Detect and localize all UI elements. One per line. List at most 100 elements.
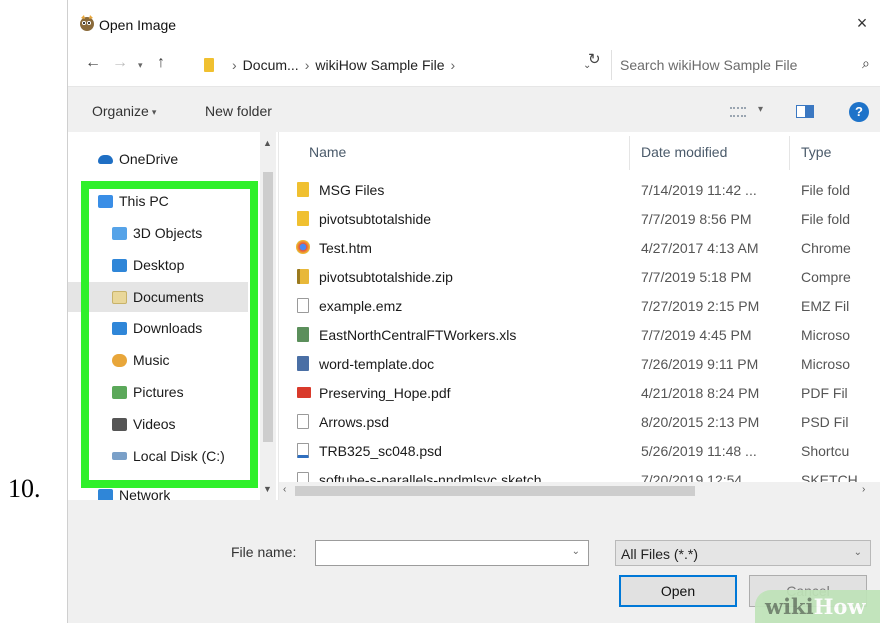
column-header-type[interactable]: Type [801, 144, 831, 160]
file-list-pane: Name Date modified Type MSG Files 7/14/2… [278, 132, 880, 500]
open-button[interactable]: Open [619, 575, 737, 607]
column-divider[interactable] [789, 136, 790, 170]
column-header-date[interactable]: Date modified [641, 144, 727, 160]
sidebar-item-network[interactable]: Network [98, 487, 170, 501]
file-row[interactable]: Test.htm 4/27/2017 4:13 AM Chrome [279, 233, 880, 261]
navigation-pane: OneDrive This PC 3D Objects Desktop Docu… [68, 132, 278, 501]
file-date: 8/20/2015 2:13 PM [641, 414, 760, 430]
file-type: EMZ Fil [801, 298, 850, 314]
file-date: 4/21/2018 8:24 PM [641, 385, 760, 401]
open-image-dialog: Open Image × ← → ▾ ↑ › Docum... › wikiHow S… [67, 0, 880, 623]
word-icon [297, 356, 309, 371]
file-name-input[interactable] [320, 544, 560, 562]
file-type: Microso [801, 356, 851, 372]
cloud-icon [98, 154, 113, 164]
view-caret-icon[interactable]: ▾ [758, 104, 763, 115]
pdf-icon [297, 387, 311, 398]
wikihow-logo: wikiHow [755, 590, 880, 623]
breadcrumb-sample-folder[interactable]: wikiHow Sample File [315, 57, 444, 73]
view-options-icon[interactable] [730, 107, 746, 117]
file-type: File fold [801, 211, 851, 227]
file-name: Arrows.psd [319, 414, 390, 430]
shortcut-icon [297, 443, 309, 458]
up-button[interactable]: ↑ [157, 54, 165, 72]
folder-icon [204, 58, 214, 72]
organize-label: Organize [92, 103, 149, 119]
file-type: PSD Fil [801, 414, 849, 430]
help-icon[interactable]: ? [849, 102, 869, 122]
scroll-up-icon[interactable]: ▲ [263, 138, 272, 148]
title-bar: Open Image × [68, 0, 880, 44]
file-row[interactable]: example.emz 7/27/2019 2:15 PM EMZ Fil [279, 291, 880, 319]
zip-icon [297, 269, 309, 284]
file-type: Chrome [801, 240, 851, 256]
address-bar[interactable]: › Docum... › wikiHow Sample File › ⌄ [202, 50, 612, 80]
excel-icon [297, 327, 309, 342]
navigation-bar: ← → ▾ ↑ › Docum... › wikiHow Sample File › ⌄… [68, 44, 880, 86]
sidebar-scrollbar[interactable]: ▲ ▼ [260, 132, 276, 500]
forward-button[interactable]: → [112, 54, 128, 72]
file-date: 7/7/2019 4:45 PM [641, 327, 752, 343]
toolbar: Organize ▾ New folder ▾ ? [68, 86, 880, 132]
file-row[interactable]: word-template.doc 7/26/2019 9:11 PM Micr… [279, 349, 880, 377]
file-name-combobox[interactable]: ⌄ [315, 540, 589, 566]
file-date: 7/27/2019 2:15 PM [641, 298, 760, 314]
column-header-name[interactable]: Name [309, 144, 346, 160]
file-name: pivotsubtotalshide [319, 211, 432, 227]
file-type-filter-value: All Files (*.*) [621, 546, 699, 562]
sidebar-item-onedrive[interactable]: OneDrive [98, 145, 178, 173]
column-divider[interactable] [629, 136, 630, 170]
breadcrumb: › Docum... › wikiHow Sample File › [226, 57, 461, 73]
chevron-down-icon[interactable]: ⌄ [572, 546, 580, 557]
refresh-icon[interactable]: ↻ [588, 50, 601, 68]
recent-locations-button[interactable]: ▾ [138, 60, 143, 71]
scroll-down-icon[interactable]: ▼ [263, 484, 272, 494]
sidebar-item-label: OneDrive [119, 151, 179, 167]
search-icon[interactable]: ⌕ [862, 55, 870, 72]
file-type: PDF Fil [801, 385, 848, 401]
sidebar-item-label: Network [119, 487, 171, 501]
file-name: example.emz [319, 298, 403, 314]
file-name: EastNorthCentralFTWorkers.xls [319, 327, 517, 343]
horizontal-scrollbar[interactable]: ‹ › [279, 482, 880, 500]
organize-button[interactable]: Organize ▾ [92, 103, 156, 119]
file-type-filter[interactable]: All Files (*.*) ⌄ [615, 540, 871, 566]
file-name: Preserving_Hope.pdf [319, 385, 451, 401]
new-folder-button[interactable]: New folder [205, 103, 272, 119]
breadcrumb-documents[interactable]: Docum... [243, 57, 299, 73]
breadcrumb-separator[interactable]: › [445, 57, 462, 73]
scroll-left-icon[interactable]: ‹ [283, 484, 286, 495]
logo-wiki-text: wiki [765, 594, 814, 619]
scrollbar-thumb[interactable] [263, 172, 273, 442]
file-name: pivotsubtotalshide.zip [319, 269, 453, 285]
file-date: 7/7/2019 5:18 PM [641, 269, 752, 285]
file-date: 7/7/2019 8:56 PM [641, 211, 752, 227]
file-name: TRB325_sc048.psd [319, 443, 442, 459]
file-row[interactable]: Preserving_Hope.pdf 4/21/2018 8:24 PM PD… [279, 378, 880, 406]
file-type: Shortcu [801, 443, 850, 459]
file-row[interactable]: pivotsubtotalshide 7/7/2019 8:56 PM File… [279, 204, 880, 232]
file-name: Test.htm [319, 240, 372, 256]
file-icon [297, 414, 309, 429]
back-button[interactable]: ← [85, 54, 101, 72]
scrollbar-thumb[interactable] [295, 486, 695, 496]
file-row[interactable]: MSG Files 7/14/2019 11:42 ... File fold [279, 175, 880, 203]
file-row[interactable]: EastNorthCentralFTWorkers.xls 7/7/2019 4… [279, 320, 880, 348]
file-date: 5/26/2019 11:48 ... [641, 443, 757, 459]
file-row[interactable]: Arrows.psd 8/20/2015 2:13 PM PSD Fil [279, 407, 880, 435]
close-button[interactable]: × [850, 12, 874, 34]
file-row[interactable]: pivotsubtotalshide.zip 7/7/2019 5:18 PM … [279, 262, 880, 290]
window-title: Open Image [99, 17, 177, 33]
chevron-down-icon[interactable]: ⌄ [854, 547, 862, 558]
logo-how-text: How [813, 594, 866, 619]
preview-pane-icon[interactable] [796, 105, 814, 118]
search-box[interactable]: ⌕ [611, 50, 880, 80]
breadcrumb-separator: › [304, 57, 310, 73]
file-name-label: File name: [231, 544, 297, 560]
file-row[interactable]: TRB325_sc048.psd 5/26/2019 11:48 ... Sho… [279, 436, 880, 464]
file-type: Compre [801, 269, 851, 285]
folder-icon [297, 182, 309, 197]
scroll-right-icon[interactable]: › [862, 484, 865, 495]
search-input[interactable] [620, 55, 850, 75]
chrome-icon [296, 240, 310, 254]
